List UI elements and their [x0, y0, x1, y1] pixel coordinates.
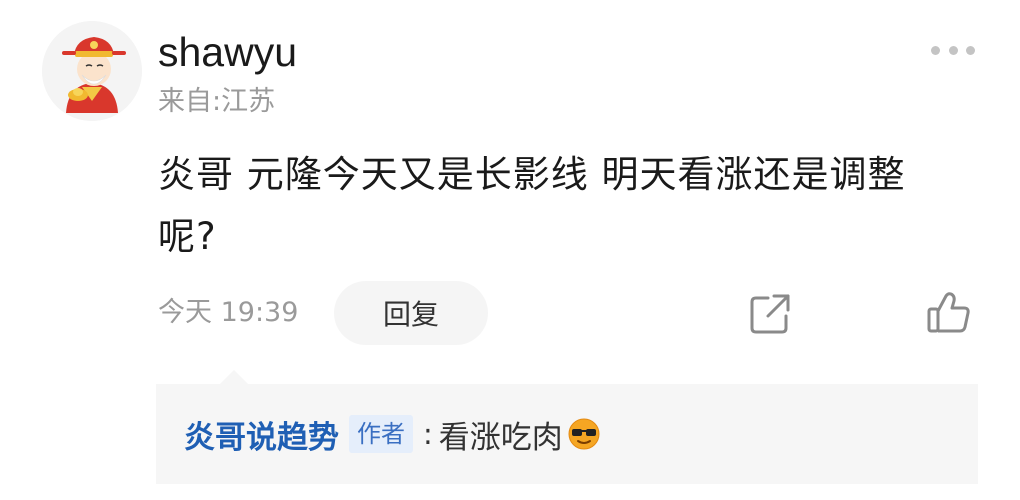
username[interactable]: shawyu	[158, 24, 297, 80]
reply-text: 看涨吃肉	[438, 419, 563, 456]
comment-timestamp: 今天 19:39	[158, 297, 299, 328]
share-icon[interactable]	[748, 292, 792, 336]
reply-button[interactable]: 回复	[334, 281, 488, 345]
user-location: 来自:江苏	[158, 86, 276, 117]
reply-separator: :	[423, 417, 433, 451]
dot	[966, 45, 975, 55]
comment-text: 炎哥 元隆今天又是长影线 明天看涨还是调整呢?	[158, 153, 906, 258]
avatar-god-of-wealth-icon	[42, 21, 142, 121]
reply-box-pointer	[220, 370, 248, 384]
user-avatar[interactable]	[42, 21, 142, 121]
author-reply: 炎哥说趋势 作者 : 看涨吃肉	[184, 410, 601, 458]
dot	[931, 45, 940, 55]
cool-sunglasses-emoji-icon	[567, 417, 601, 451]
author-badge: 作者	[349, 415, 413, 453]
reply-author-name[interactable]: 炎哥说趋势	[184, 412, 339, 457]
more-dots-icon[interactable]	[928, 38, 978, 62]
thumbs-up-icon[interactable]	[926, 290, 972, 336]
dot	[948, 45, 958, 55]
